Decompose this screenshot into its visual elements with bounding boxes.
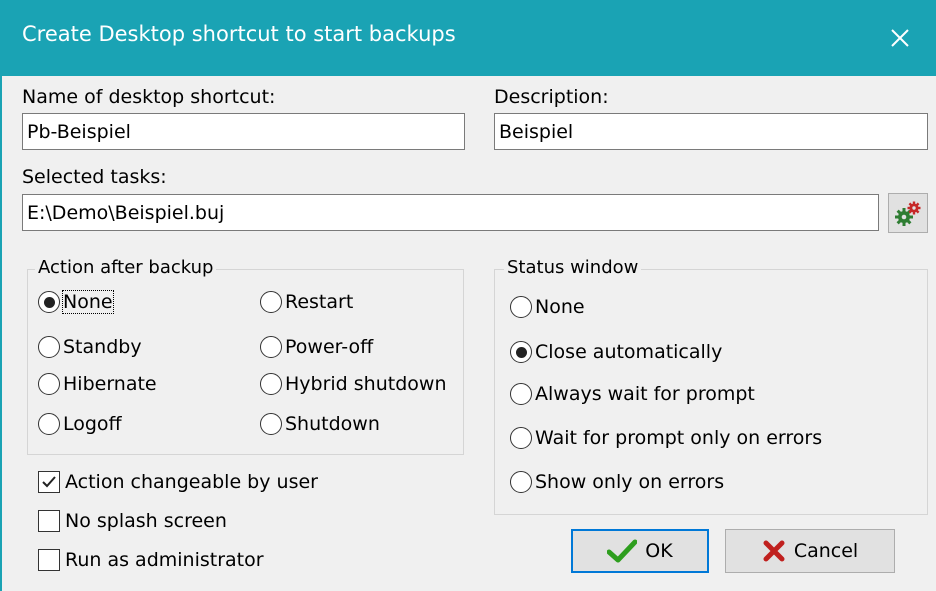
status-radio-show-on-errors[interactable]: Show only on errors: [510, 471, 724, 493]
action-radio-power-off[interactable]: Power-off: [260, 336, 373, 358]
action-radio-standby[interactable]: Standby: [38, 336, 142, 358]
gears-icon: [895, 201, 921, 226]
radio-label: Standby: [63, 336, 142, 358]
radio-indicator: [260, 336, 282, 358]
radio-label: Power-off: [285, 336, 374, 358]
description-label: Description:: [494, 86, 609, 108]
status-radio-close-automatically[interactable]: Close automatically: [510, 341, 722, 363]
action-radio-restart[interactable]: Restart: [260, 291, 353, 313]
window-border: [0, 76, 2, 591]
selected-tasks-input[interactable]: E:\Demo\Beispiel.buj: [22, 194, 879, 231]
shortcut-name-label: Name of desktop shortcut:: [22, 86, 276, 108]
radio-indicator: [260, 413, 282, 435]
radio-label: Hybrid shutdown: [285, 373, 447, 395]
shortcut-name-value: Pb-Beispiel: [27, 120, 131, 143]
checkbox-indicator: [38, 510, 60, 532]
radio-label: None: [535, 296, 585, 318]
radio-label: Always wait for prompt: [535, 383, 755, 405]
checkbox-indicator: [38, 471, 60, 493]
ok-button[interactable]: OK: [571, 529, 709, 573]
checkmark-icon: [607, 539, 638, 563]
radio-label: Hibernate: [63, 373, 157, 395]
radio-label: Logoff: [63, 413, 122, 435]
close-button[interactable]: [864, 0, 936, 76]
radio-indicator: [510, 383, 532, 405]
radio-indicator: [510, 341, 532, 363]
action-group-title: Action after backup: [35, 257, 217, 278]
checkbox-indicator: [38, 549, 60, 571]
status-group-title: Status window: [504, 257, 642, 278]
checkbox-label: Action changeable by user: [65, 471, 318, 493]
description-value: Beispiel: [499, 120, 574, 143]
radio-label: Close automatically: [535, 341, 723, 363]
radio-indicator: [38, 373, 60, 395]
shortcut-name-input[interactable]: Pb-Beispiel: [22, 113, 465, 150]
run-as-admin-checkbox[interactable]: Run as administrator: [38, 549, 264, 571]
select-tasks-button[interactable]: [888, 193, 928, 233]
checkbox-label: Run as administrator: [65, 549, 264, 571]
radio-indicator: [38, 336, 60, 358]
title-bar: Create Desktop shortcut to start backups: [0, 0, 936, 76]
action-radio-hybrid-shutdown[interactable]: Hybrid shutdown: [260, 373, 446, 395]
cancel-x-icon: [763, 540, 785, 562]
radio-indicator: [510, 471, 532, 493]
action-radio-logoff[interactable]: Logoff: [38, 413, 122, 435]
radio-indicator: [510, 296, 532, 318]
cancel-button[interactable]: Cancel: [725, 529, 895, 573]
radio-indicator: [260, 291, 282, 313]
status-radio-none[interactable]: None: [510, 296, 585, 318]
selected-tasks-value: E:\Demo\Beispiel.buj: [27, 201, 225, 224]
cancel-label: Cancel: [793, 540, 859, 562]
radio-label: Restart: [285, 291, 354, 313]
window-title: Create Desktop shortcut to start backups: [22, 22, 456, 46]
description-input[interactable]: Beispiel: [494, 113, 928, 150]
checkbox-label: No splash screen: [65, 510, 227, 532]
ok-label: OK: [645, 540, 673, 562]
action-radio-hibernate[interactable]: Hibernate: [38, 373, 157, 395]
no-splash-screen-checkbox[interactable]: No splash screen: [38, 510, 227, 532]
selected-tasks-label: Selected tasks:: [22, 166, 167, 188]
radio-indicator: [510, 427, 532, 449]
radio-indicator: [260, 373, 282, 395]
status-radio-always-wait[interactable]: Always wait for prompt: [510, 383, 755, 405]
radio-indicator: [38, 291, 60, 313]
checkmark-icon: [42, 476, 56, 488]
radio-label: None: [62, 290, 114, 314]
close-icon: [891, 29, 909, 47]
radio-label: Show only on errors: [535, 471, 725, 493]
radio-label: Shutdown: [285, 413, 380, 435]
action-radio-none[interactable]: None: [38, 290, 114, 314]
action-radio-shutdown[interactable]: Shutdown: [260, 413, 380, 435]
radio-indicator: [38, 413, 60, 435]
status-radio-wait-on-errors[interactable]: Wait for prompt only on errors: [510, 427, 822, 449]
action-changeable-checkbox[interactable]: Action changeable by user: [38, 471, 318, 493]
radio-label: Wait for prompt only on errors: [535, 427, 823, 449]
